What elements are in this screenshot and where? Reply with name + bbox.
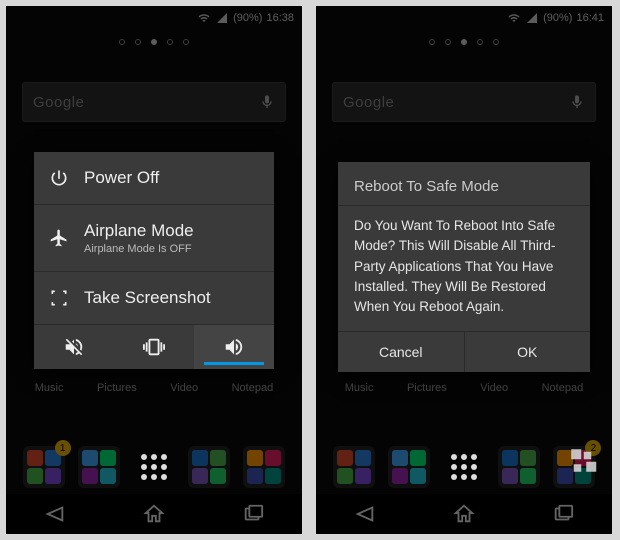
airplane-icon — [48, 228, 70, 248]
airplane-mode-row[interactable]: Airplane Mode Airplane Mode Is OFF — [34, 205, 274, 272]
phone-right: (90%) 16:41 Google Reboot To Safe Mode D… — [316, 6, 612, 534]
volume-icon — [223, 336, 245, 358]
sound-mode-row — [34, 325, 274, 369]
watermark-icon — [570, 448, 600, 478]
app-drawer-button[interactable] — [133, 446, 175, 488]
airplane-label: Airplane Mode — [84, 221, 194, 241]
phone-left: (90%) 16:38 Google Power Off Airplane Mo… — [6, 6, 302, 534]
dialog-title: Reboot To Safe Mode — [338, 162, 590, 206]
sound-vibrate[interactable] — [114, 325, 194, 369]
vibrate-icon — [143, 336, 165, 358]
airplane-sub: Airplane Mode Is OFF — [84, 243, 194, 255]
power-icon — [48, 168, 70, 188]
screenshot-label: Take Screenshot — [84, 288, 211, 308]
sound-on[interactable] — [194, 325, 274, 369]
cancel-button[interactable]: Cancel — [338, 332, 464, 372]
mute-icon — [63, 336, 85, 358]
power-off-row[interactable]: Power Off — [34, 152, 274, 205]
screenshot-icon — [48, 288, 70, 308]
ok-button[interactable]: OK — [464, 332, 591, 372]
screenshot-row[interactable]: Take Screenshot — [34, 272, 274, 325]
power-menu: Power Off Airplane Mode Airplane Mode Is… — [34, 152, 274, 369]
power-off-label: Power Off — [84, 168, 159, 188]
dialog-body: Do You Want To Reboot Into Safe Mode? Th… — [338, 206, 590, 331]
sound-silent[interactable] — [34, 325, 114, 369]
app-drawer-button[interactable] — [443, 446, 485, 488]
safe-mode-dialog: Reboot To Safe Mode Do You Want To Reboo… — [338, 162, 590, 372]
